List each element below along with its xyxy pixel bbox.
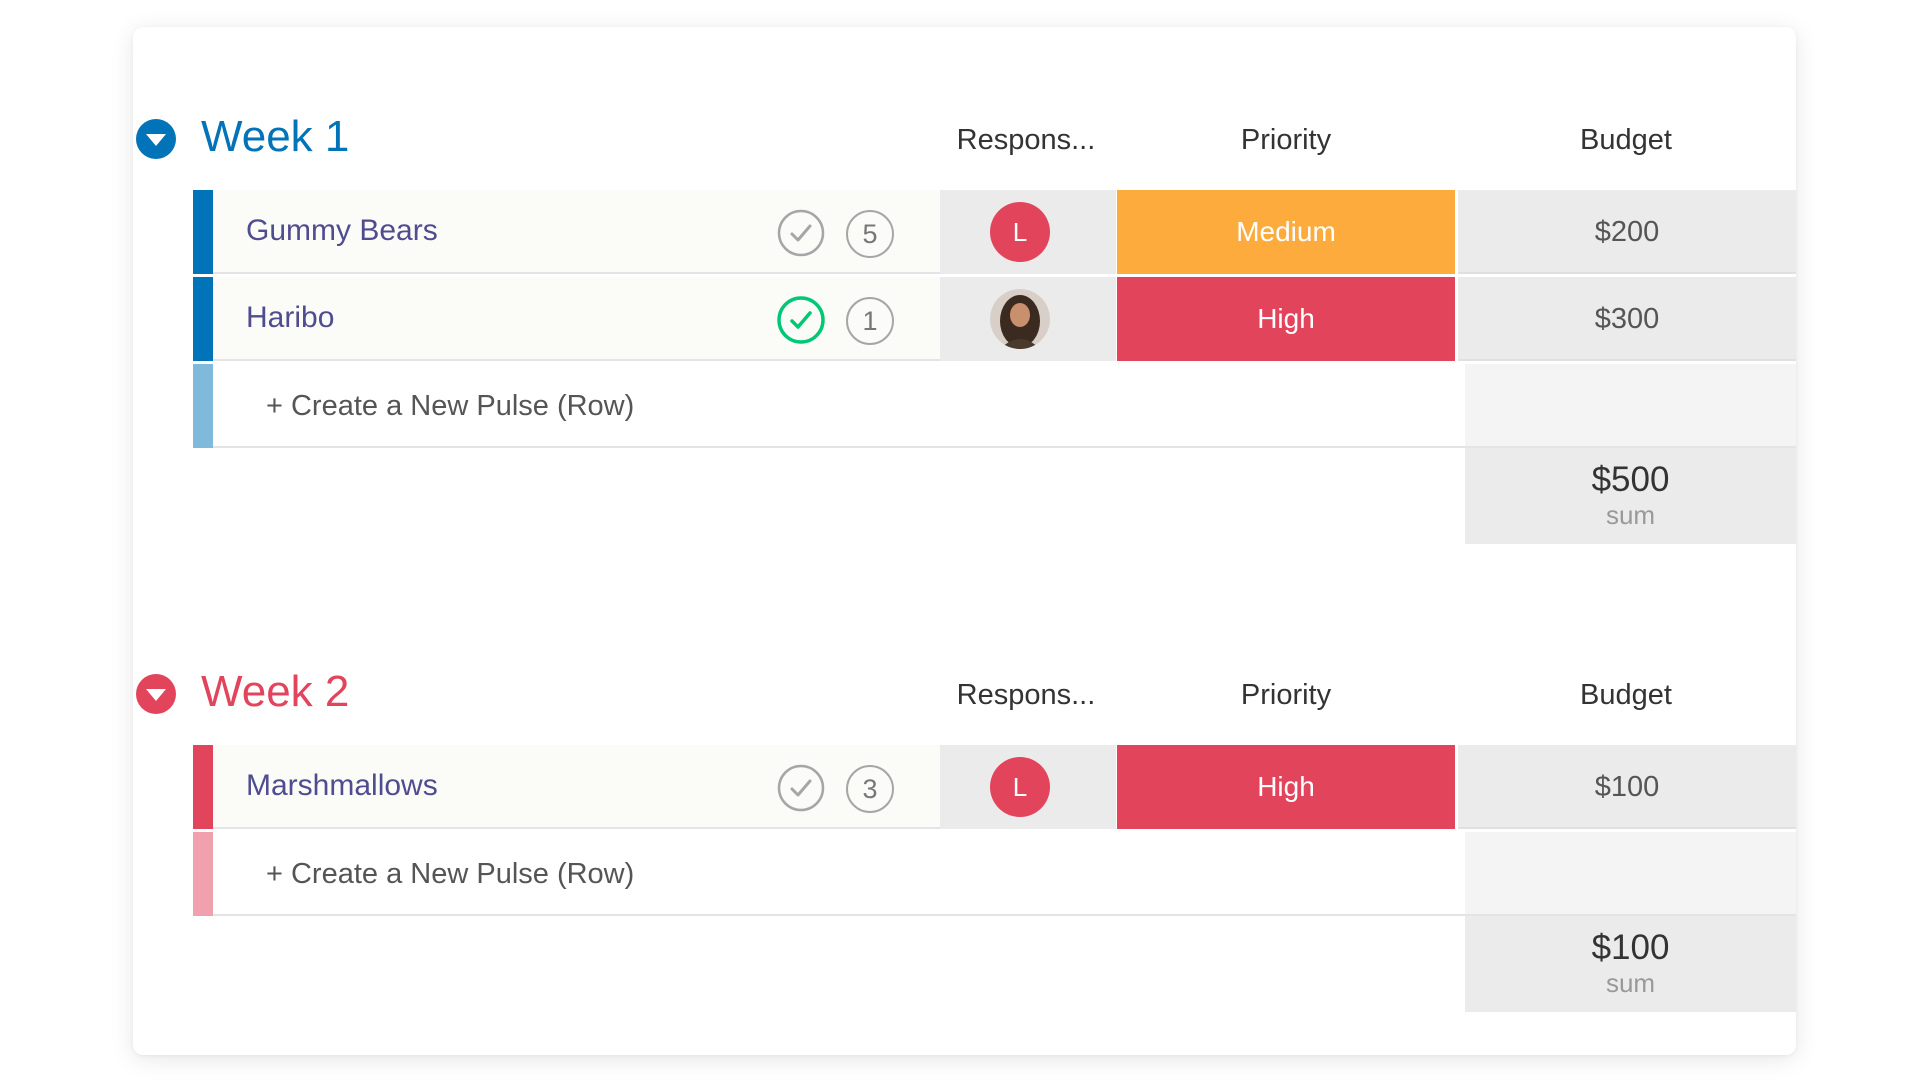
row-color-bar [193, 190, 213, 274]
row-color-bar [193, 745, 213, 829]
pulse-name[interactable]: Haribo [246, 299, 334, 337]
row-color-bar [193, 832, 213, 916]
collapse-toggle-icon[interactable] [136, 119, 176, 159]
column-header-budget[interactable]: Budget [1456, 677, 1796, 713]
check-circle-icon[interactable] [777, 764, 825, 812]
avatar[interactable]: L [990, 202, 1050, 262]
group-title[interactable]: Week 2 [201, 667, 349, 717]
collapse-toggle-icon[interactable] [136, 674, 176, 714]
avatar[interactable]: L [990, 757, 1050, 817]
create-pulse-link[interactable]: + Create a New Pulse (Row) [266, 388, 634, 424]
responsible-cell[interactable]: L [940, 745, 1116, 829]
table-row[interactable]: Haribo 1 High $300 [193, 277, 1796, 361]
name-cell[interactable]: Marshmallows 3 [213, 745, 940, 829]
budget-sum: $100 sum [1465, 916, 1796, 1012]
column-header-priority[interactable]: Priority [1116, 677, 1456, 713]
priority-cell[interactable]: High [1117, 745, 1455, 829]
sum-value: $500 [1591, 460, 1670, 499]
new-row[interactable]: + Create a New Pulse (Row) [193, 364, 1796, 448]
avatar-photo[interactable] [990, 289, 1050, 349]
create-pulse-link[interactable]: + Create a New Pulse (Row) [266, 856, 634, 892]
new-row-budget-cell [1465, 364, 1796, 446]
new-row-budget-cell [1465, 832, 1796, 914]
table-row[interactable]: Gummy Bears 5 L Medium $200 [193, 190, 1796, 274]
row-color-bar [193, 277, 213, 361]
board-card: Week 1 Respons... Priority Budget Gummy … [133, 27, 1796, 1055]
updates-count-badge[interactable]: 3 [846, 765, 894, 813]
new-row[interactable]: + Create a New Pulse (Row) [193, 832, 1796, 916]
group-title[interactable]: Week 1 [201, 112, 349, 162]
column-header-responsible[interactable]: Respons... [936, 677, 1116, 713]
budget-cell[interactable]: $200 [1458, 190, 1796, 274]
check-circle-icon[interactable] [777, 209, 825, 257]
column-header-priority[interactable]: Priority [1116, 122, 1456, 158]
pulse-name[interactable]: Marshmallows [246, 767, 438, 805]
group-header: Week 1 Respons... Priority Budget [133, 112, 1796, 162]
group-header: Week 2 Respons... Priority Budget [133, 667, 1796, 717]
name-cell[interactable]: Haribo 1 [213, 277, 940, 361]
table-row[interactable]: Marshmallows 3 L High $100 [193, 745, 1796, 829]
responsible-cell[interactable] [940, 277, 1116, 361]
priority-cell[interactable]: Medium [1117, 190, 1455, 274]
name-cell[interactable]: Gummy Bears 5 [213, 190, 940, 274]
check-circle-icon[interactable] [777, 296, 825, 344]
updates-count-badge[interactable]: 5 [846, 210, 894, 258]
priority-cell[interactable]: High [1117, 277, 1455, 361]
budget-cell[interactable]: $300 [1458, 277, 1796, 361]
sum-label: sum [1605, 500, 1656, 530]
budget-sum: $500 sum [1465, 448, 1796, 544]
column-header-responsible[interactable]: Respons... [936, 122, 1116, 158]
responsible-cell[interactable]: L [940, 190, 1116, 274]
updates-count-badge[interactable]: 1 [846, 297, 894, 345]
pulse-name[interactable]: Gummy Bears [246, 212, 438, 250]
budget-cell[interactable]: $100 [1458, 745, 1796, 829]
column-header-budget[interactable]: Budget [1456, 122, 1796, 158]
sum-value: $100 [1591, 928, 1670, 967]
sum-label: sum [1605, 968, 1656, 998]
row-color-bar [193, 364, 213, 448]
